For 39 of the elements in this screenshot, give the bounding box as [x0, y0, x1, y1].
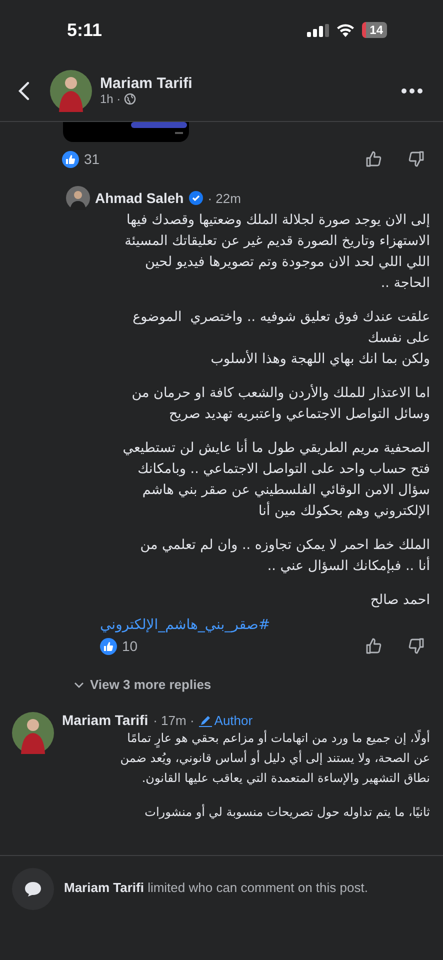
- comment-text: الصحفية مريم الطريقي طول ما أنا عايش لن تستطيعي فتح حساب واحد على التواصل الاجتماعي .. وبامكانك سؤال الامن الوقائي الفلسطيني عن صقر بني هاشم الإلكتروني وهم بحكولك مين أنا: [122, 438, 430, 521]
- comment-text: ثانيًا، ما يتم تداوله حول تصريحات منسوبة لي أو منشورات: [144, 803, 430, 821]
- commenter-name[interactable]: Mariam Tarifi: [62, 712, 148, 728]
- comment-time: · 17m ·: [153, 712, 194, 728]
- battery-level: 14: [362, 22, 387, 38]
- comment-text: اما الاعتذار للملك والأردن والشعب كافة او حرمان من وسائل التواصل الاجتماعي واعتبريه تهديد صريح: [132, 383, 430, 424]
- post-time: 1h ·: [100, 92, 121, 106]
- chevron-down-icon: [74, 682, 84, 688]
- hashtag-link[interactable]: #صقر_بني_هاشم_الإلكتروني: [100, 617, 270, 633]
- commenter-name[interactable]: Ahmad Saleh: [95, 190, 184, 206]
- thumbs-down-icon[interactable]: [407, 637, 425, 655]
- thumbs-down-icon[interactable]: [407, 150, 425, 168]
- comment-text: أولًا، إن جميع ما ورد من اتهامات أو مزاعم بحقي هو عارٍ تمامًا عن الصحة، ولا يستند إلى أي دليل أو أساس قانوني، ويُعد ضمن نطاق التشهير والإساءة المتعمدة التي يعاقب عليها القانون.: [120, 728, 430, 787]
- comment-text: علقت عندك فوق تعليق شوفيه .. واختصري الموضوع على نفسك ولكن بما انك بهاي اللهجة وهذا الأسلوب: [132, 308, 430, 369]
- back-icon[interactable]: [18, 80, 30, 100]
- globe-icon: [124, 93, 136, 105]
- reaction-count[interactable]: 31: [84, 151, 100, 167]
- comment-limit-notice: Mariam Tarifi limited who can comment on this post.: [64, 880, 368, 895]
- thumbs-up-icon[interactable]: [365, 637, 383, 655]
- more-icon[interactable]: [401, 88, 423, 94]
- thumbs-up-icon[interactable]: [365, 150, 383, 168]
- author-label: Author: [214, 712, 253, 728]
- comment-text: احمد صالح: [370, 591, 430, 610]
- comment-text: إلى الان يوجد صورة لجلالة الملك وضعتيها وقصدك فيها الاستهزاء وتاريخ الصورة قديم غير عن تعليقاتك المسيئة اللي اللي لحد الان موجودة وتم تصويرها فيديو لحين الحاجة ..: [124, 211, 430, 293]
- like-icon: [100, 638, 117, 654]
- pencil-icon: [199, 714, 212, 726]
- clock-time: 5:11: [67, 20, 102, 40]
- signal-icon: [306, 24, 329, 36]
- like-icon: [62, 150, 79, 168]
- avatar-icon[interactable]: [50, 70, 92, 112]
- avatar-icon[interactable]: [66, 186, 90, 210]
- wifi-icon: [336, 23, 355, 37]
- comment-bubble-icon: [24, 881, 42, 897]
- author-name[interactable]: Mariam Tarifi: [100, 75, 401, 92]
- reaction-count[interactable]: 10: [122, 638, 138, 654]
- avatar-icon[interactable]: [12, 712, 54, 754]
- view-more-replies-button[interactable]: View 3 more replies: [74, 677, 212, 692]
- comment-text: الملك خط احمر لا يمكن تجاوزه .. وان لم تعلمي من أنا .. فبإمكانك السؤال عني ..: [140, 536, 430, 576]
- comment-time: · 22m: [208, 190, 241, 206]
